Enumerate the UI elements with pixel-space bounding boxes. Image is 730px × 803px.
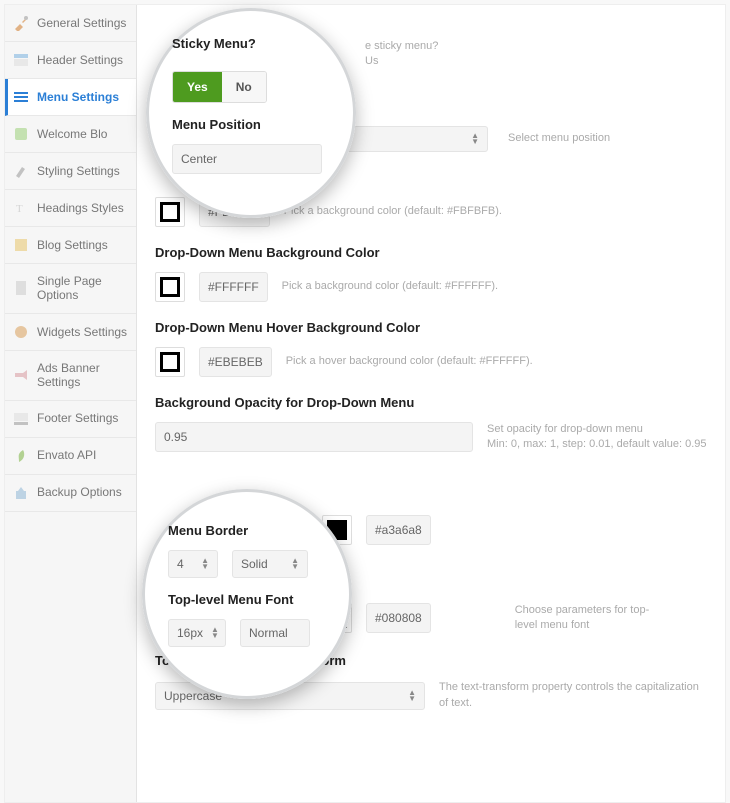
- sidebar-item-footer-settings[interactable]: Footer Settings: [5, 401, 136, 438]
- menu-position-value[interactable]: Center: [172, 144, 322, 174]
- opacity-title: Background Opacity for Drop-Down Menu: [155, 395, 707, 410]
- spinner-icon: ▲▼: [211, 627, 219, 639]
- blog-icon: [13, 237, 29, 253]
- magnifier-bottom: Menu Border 4▲▼ Solid▲▼ Top-level Menu F…: [142, 489, 352, 699]
- sidebar-item-label: Single Page Options: [37, 274, 128, 303]
- spinner-icon: ▲▼: [471, 133, 479, 145]
- border-color-input[interactable]: #a3a6a8: [366, 515, 431, 545]
- sidebar-item-label: Menu Settings: [37, 90, 119, 104]
- sidebar-item-label: General Settings: [37, 16, 126, 30]
- toggle-no[interactable]: No: [222, 72, 266, 102]
- dd-hover-title: Drop-Down Menu Hover Background Color: [155, 320, 707, 335]
- sidebar-item-label: Styling Settings: [37, 164, 120, 178]
- border-style-select[interactable]: Solid▲▼: [232, 550, 308, 578]
- sidebar-item-label: Welcome Blo: [37, 127, 107, 141]
- sticky-menu-sub: Us: [365, 54, 707, 69]
- dd-hover-swatch[interactable]: [155, 347, 185, 377]
- dd-bg-swatch[interactable]: [155, 272, 185, 302]
- sidebar-item-label: Envato API: [37, 448, 96, 462]
- sidebar-item-backup-options[interactable]: Backup Options: [5, 475, 136, 512]
- spinner-icon: ▲▼: [201, 558, 209, 570]
- sidebar-item-single-page-options[interactable]: Single Page Options: [5, 264, 136, 314]
- sidebar-item-blog-settings[interactable]: Blog Settings: [5, 227, 136, 264]
- font-color-input[interactable]: #080808: [366, 603, 431, 633]
- sidebar-item-label: Widgets Settings: [37, 325, 127, 339]
- footer-icon: [13, 411, 29, 427]
- headings-icon: T: [13, 200, 29, 216]
- backup-icon: [13, 485, 29, 501]
- dd-hover-input[interactable]: #EBEBEB: [199, 347, 272, 377]
- bg-color-title: d Color: [275, 170, 707, 185]
- opacity-desc-2: Min: 0, max: 1, step: 0.01, default valu…: [487, 437, 707, 452]
- bg-color-desc: Pick a background color (default: #FBFBF…: [284, 204, 502, 219]
- sticky-menu-title: Sticky Menu?: [172, 36, 330, 51]
- magnifier-top: Sticky Menu? Yes No Menu Position Center: [146, 8, 356, 218]
- header-icon: [13, 52, 29, 68]
- font-weight-select[interactable]: Normal: [240, 619, 310, 647]
- menu-border-title: Menu Border: [168, 523, 326, 538]
- page-icon: [13, 280, 29, 296]
- sidebar-item-general-settings[interactable]: General Settings: [5, 5, 136, 42]
- border-width-input[interactable]: 4▲▼: [168, 550, 218, 578]
- welcome-icon: [13, 126, 29, 142]
- opacity-input[interactable]: 0.95: [155, 422, 473, 452]
- spinner-icon: ▲▼: [408, 690, 416, 702]
- sidebar-item-label: Footer Settings: [37, 411, 118, 425]
- sidebar-item-welcome-block[interactable]: Welcome Blo: [5, 116, 136, 153]
- sidebar-item-menu-settings[interactable]: Menu Settings: [5, 79, 136, 116]
- spinner-icon: ▲▼: [291, 558, 299, 570]
- widgets-icon: [13, 324, 29, 340]
- toggle-yes[interactable]: Yes: [173, 72, 222, 102]
- sidebar-item-label: Headings Styles: [37, 201, 124, 215]
- settings-icon: [13, 15, 29, 31]
- styling-icon: [13, 163, 29, 179]
- sidebar-item-label: Backup Options: [37, 485, 122, 499]
- sidebar: General Settings Header Settings Menu Se…: [5, 5, 137, 802]
- sidebar-item-ads-banner-settings[interactable]: Ads Banner Settings: [5, 351, 136, 401]
- dd-hover-desc: Pick a hover background color (default: …: [286, 354, 533, 369]
- opacity-desc-1: Set opacity for drop-down menu: [487, 422, 707, 437]
- sidebar-item-headings-styles[interactable]: T Headings Styles: [5, 190, 136, 227]
- menu-icon: [13, 89, 29, 105]
- sticky-menu-desc: e sticky menu?: [365, 39, 707, 54]
- dd-bg-input[interactable]: #FFFFFF: [199, 272, 268, 302]
- menu-position-desc: Select menu position: [508, 131, 610, 146]
- sidebar-item-label: Blog Settings: [37, 238, 108, 252]
- sidebar-item-styling-settings[interactable]: Styling Settings: [5, 153, 136, 190]
- font-size-input[interactable]: 16px▲▼: [168, 619, 226, 647]
- font-desc: Choose parameters for top-level menu fon…: [515, 603, 655, 634]
- svg-text:T: T: [16, 203, 23, 215]
- dd-bg-title: Drop-Down Menu Background Color: [155, 245, 707, 260]
- dd-bg-desc: Pick a background color (default: #FFFFF…: [282, 279, 498, 294]
- top-level-font-title: Top-level Menu Font: [168, 592, 326, 607]
- ads-icon: [13, 367, 29, 383]
- envato-icon: [13, 448, 29, 464]
- sidebar-item-label: Header Settings: [37, 53, 123, 67]
- sidebar-item-widgets-settings[interactable]: Widgets Settings: [5, 314, 136, 351]
- bg-color-swatch[interactable]: [155, 197, 185, 227]
- sticky-menu-toggle[interactable]: Yes No: [172, 71, 267, 103]
- sidebar-item-label: Ads Banner Settings: [37, 361, 128, 390]
- menu-position-title: Menu Position: [172, 117, 330, 132]
- text-transform-desc: The text-transform property controls the…: [439, 680, 707, 711]
- sidebar-item-header-settings[interactable]: Header Settings: [5, 42, 136, 79]
- sidebar-item-envato-api[interactable]: Envato API: [5, 438, 136, 475]
